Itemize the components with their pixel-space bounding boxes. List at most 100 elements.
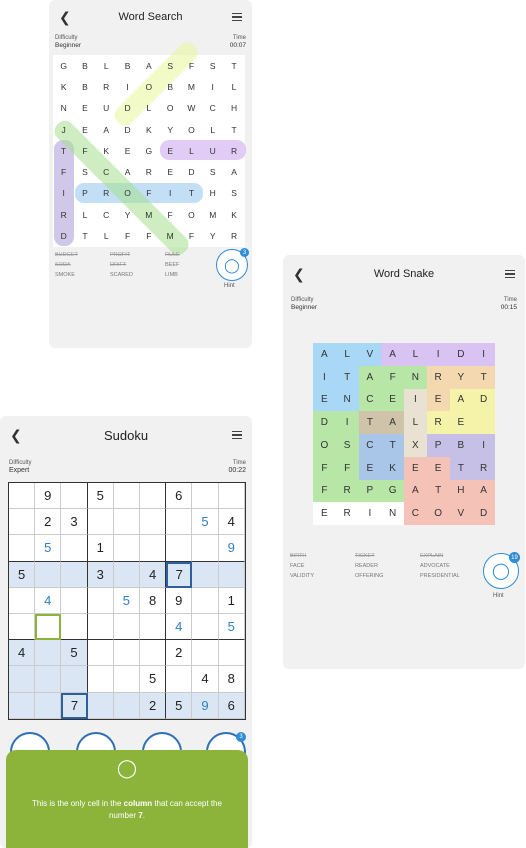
sudoku-cell[interactable]: 3 (61, 509, 88, 536)
grid-letter[interactable]: H (449, 479, 473, 503)
grid-letter[interactable]: T (74, 225, 95, 246)
sudoku-cell[interactable]: 5 (166, 692, 193, 719)
grid-letter[interactable]: F (313, 479, 336, 503)
sudoku-cell[interactable]: 5 (9, 561, 36, 588)
grid-letter[interactable]: R (96, 76, 117, 97)
sudoku-cell[interactable] (192, 535, 219, 562)
sudoku-cell[interactable] (61, 587, 88, 614)
grid-letter[interactable]: L (96, 55, 117, 76)
grid-letter[interactable]: S (202, 55, 223, 76)
sudoku-cell[interactable] (113, 640, 140, 667)
sudoku-cell[interactable] (140, 614, 167, 641)
sudoku-cell[interactable] (166, 509, 193, 536)
sudoku-cell[interactable] (9, 666, 36, 693)
grid-letter[interactable]: L (404, 343, 427, 366)
grid-letter[interactable]: B (449, 434, 473, 457)
sudoku-cell[interactable]: 5 (218, 614, 245, 641)
grid-letter[interactable]: T (223, 55, 244, 76)
sudoku-cell[interactable] (35, 561, 62, 588)
grid-letter[interactable]: C (404, 502, 427, 525)
grid-letter[interactable]: H (202, 183, 223, 204)
word-search-grid[interactable]: GBLBASFSTKBRIOBMILNEUDLOWCHJEADKYOLTTFKE… (50, 38, 246, 259)
grid-letter[interactable]: Y (160, 119, 181, 140)
grid-letter[interactable]: I (160, 183, 181, 204)
grid-letter[interactable]: E (426, 456, 450, 480)
grid-letter[interactable]: F (181, 225, 202, 246)
grid-letter[interactable]: K (96, 140, 117, 161)
sudoku-grid[interactable]: 95623545195347458914545254872596 (8, 482, 246, 720)
grid-letter[interactable]: S (335, 434, 359, 457)
sudoku-cell[interactable]: 9 (192, 692, 219, 719)
grid-letter[interactable]: R (426, 411, 450, 434)
grid-letter[interactable]: A (381, 411, 404, 434)
grid-letter[interactable]: K (223, 204, 244, 225)
grid-letter[interactable]: C (202, 98, 223, 119)
hint-button[interactable]: ◯ 19 (483, 552, 520, 589)
back-icon[interactable]: ❮ (10, 427, 22, 444)
sudoku-cell[interactable] (140, 535, 167, 562)
grid-letter[interactable]: C (96, 162, 117, 183)
grid-letter[interactable]: V (449, 502, 473, 525)
sudoku-cell[interactable] (218, 483, 245, 510)
grid-letter[interactable]: I (53, 183, 74, 204)
grid-letter[interactable]: Y (202, 225, 223, 246)
grid-letter[interactable]: T (449, 456, 473, 480)
sudoku-cell[interactable]: 9 (166, 587, 193, 614)
grid-letter[interactable]: I (472, 434, 495, 457)
grid-letter[interactable]: A (449, 388, 473, 412)
sudoku-cell[interactable] (140, 640, 167, 667)
grid-letter[interactable]: U (96, 98, 117, 119)
sudoku-cell[interactable] (113, 535, 140, 562)
sudoku-cell[interactable]: 7 (166, 561, 193, 588)
sudoku-cell[interactable]: 9 (218, 535, 245, 562)
sudoku-cell[interactable] (9, 692, 36, 719)
grid-letter[interactable]: F (335, 456, 359, 480)
grid-letter[interactable]: R (426, 365, 450, 389)
grid-letter[interactable]: E (404, 456, 427, 480)
grid-letter[interactable]: M (181, 76, 202, 97)
grid-letter[interactable]: O (313, 434, 336, 457)
menu-icon[interactable] (232, 11, 242, 24)
grid-letter[interactable]: D (449, 343, 473, 366)
grid-letter[interactable]: L (404, 411, 427, 434)
sudoku-cell[interactable] (113, 483, 140, 510)
grid-letter[interactable]: R (335, 502, 359, 525)
sudoku-cell[interactable] (9, 587, 36, 614)
sudoku-cell[interactable] (192, 561, 219, 588)
grid-letter[interactable]: N (335, 388, 359, 412)
grid-letter[interactable]: S (74, 162, 95, 183)
sudoku-cell[interactable]: 5 (61, 640, 88, 667)
grid-letter[interactable]: F (53, 162, 74, 183)
sudoku-cell[interactable] (87, 509, 114, 536)
grid-letter[interactable]: T (181, 183, 202, 204)
grid-letter[interactable]: I (404, 388, 427, 412)
grid-letter[interactable]: I (313, 365, 336, 389)
sudoku-cell[interactable] (9, 483, 36, 510)
sudoku-cell[interactable]: 4 (192, 666, 219, 693)
grid-letter[interactable]: L (96, 225, 117, 246)
grid-letter[interactable]: T (472, 365, 495, 389)
grid-letter[interactable]: F (138, 225, 159, 246)
grid-letter[interactable]: B (160, 76, 181, 97)
grid-letter[interactable]: H (223, 98, 244, 119)
sudoku-cell[interactable]: 6 (218, 692, 245, 719)
grid-letter[interactable]: A (313, 343, 336, 366)
grid-letter[interactable]: T (53, 140, 74, 161)
grid-letter[interactable]: N (404, 365, 427, 389)
sudoku-cell[interactable] (35, 666, 62, 693)
sudoku-cell[interactable]: 5 (140, 666, 167, 693)
grid-letter[interactable]: N (53, 98, 74, 119)
sudoku-cell[interactable] (140, 509, 167, 536)
grid-letter[interactable]: E (313, 502, 336, 525)
grid-letter[interactable]: F (181, 55, 202, 76)
sudoku-cell[interactable]: 1 (87, 535, 114, 562)
grid-letter[interactable]: F (160, 204, 181, 225)
grid-letter[interactable]: I (472, 343, 495, 366)
grid-letter[interactable]: E (313, 388, 336, 412)
grid-letter[interactable]: O (138, 76, 159, 97)
grid-letter[interactable]: S (202, 162, 223, 183)
grid-letter[interactable]: R (472, 456, 495, 480)
sudoku-cell[interactable]: 5 (35, 535, 62, 562)
grid-letter[interactable]: I (358, 502, 382, 525)
grid-letter[interactable]: E (117, 140, 138, 161)
